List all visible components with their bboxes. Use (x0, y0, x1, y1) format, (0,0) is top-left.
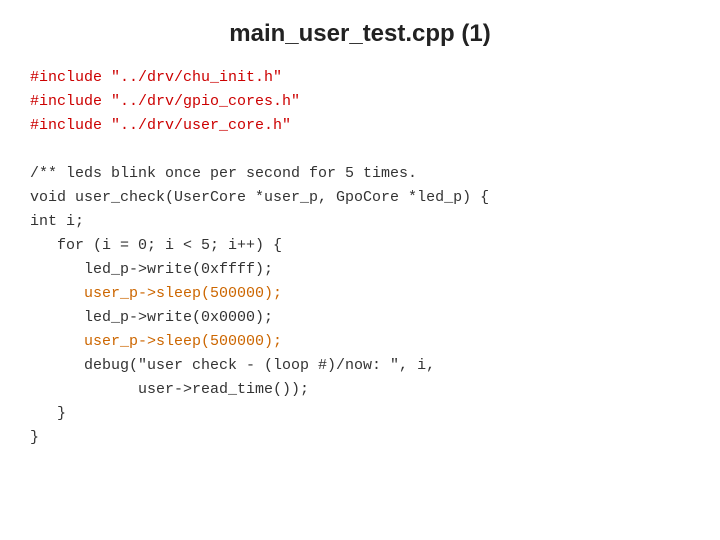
code-line-include2: #include "../drv/gpio_cores.h" (30, 90, 690, 114)
code-line-led_write2: led_p->write(0x0000); (30, 306, 690, 330)
code-line-user_sleep2: user_p->sleep(500000); (30, 330, 690, 354)
code-line-include3: #include "../drv/user_core.h" (30, 114, 690, 138)
code-line-led_write1: led_p->write(0xffff); (30, 258, 690, 282)
code-line-comment: /** leds blink once per second for 5 tim… (30, 162, 690, 186)
code-line-debug1: debug("user check - (loop #)/now: ", i, (30, 354, 690, 378)
page-title: main_user_test.cpp (1) (0, 0, 720, 66)
code-line-debug2: user->read_time()); (30, 378, 690, 402)
code-container: #include "../drv/chu_init.h"#include "..… (0, 66, 720, 450)
code-line-func_close: } (30, 426, 690, 450)
code-line-include1: #include "../drv/chu_init.h" (30, 66, 690, 90)
code-line-user_sleep1: user_p->sleep(500000); (30, 282, 690, 306)
code-empty-line (30, 138, 690, 162)
code-line-for_loop: for (i = 0; i < 5; i++) { (30, 234, 690, 258)
code-line-int_i: int i; (30, 210, 690, 234)
code-line-for_close: } (30, 402, 690, 426)
code-line-func_sig: void user_check(UserCore *user_p, GpoCor… (30, 186, 690, 210)
